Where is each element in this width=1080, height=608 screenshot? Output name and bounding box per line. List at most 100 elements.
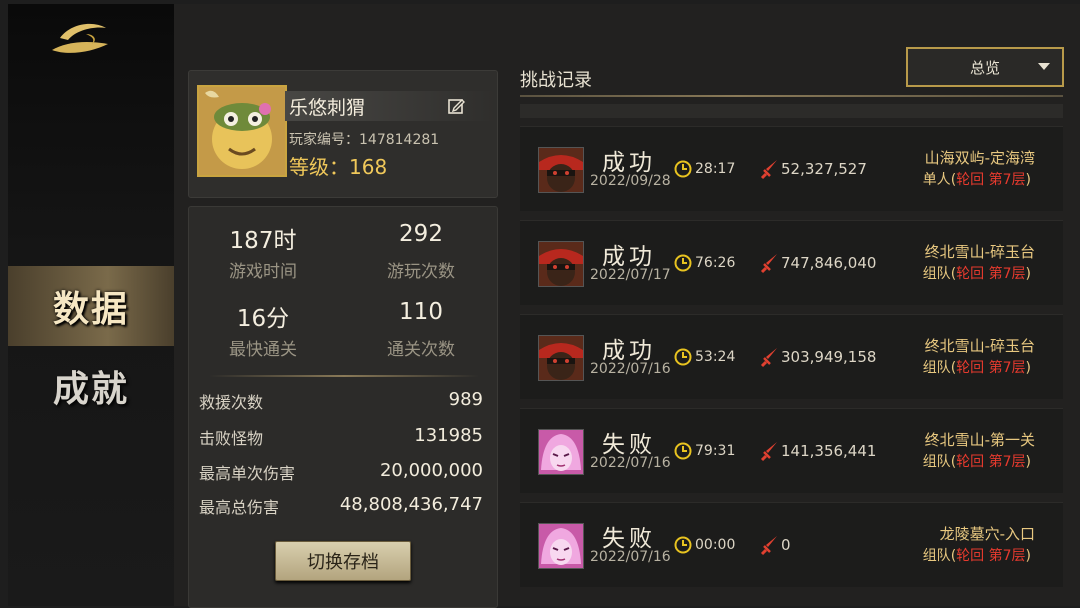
stat-fastest-clear-value: 16分: [236, 306, 290, 332]
stat-row-rescue-value: 989: [448, 389, 483, 410]
clock-icon: [674, 160, 692, 178]
stat-row-max-total-value: 48,808,436,747: [339, 494, 483, 515]
player-name: 乐悠刺猬: [289, 97, 366, 119]
sidebar-item-achievements[interactable]: 成就: [8, 346, 174, 426]
record-row[interactable]: 成功 2022/07/17 76:26 747,846,040 终北雪山-碎玉台…: [520, 220, 1063, 305]
record-location: 终北雪山-第一关: [924, 431, 1035, 449]
record-mode-type: 单人: [922, 172, 951, 188]
record-paren-close: ): [1025, 548, 1031, 564]
record-round: 轮回: [956, 548, 985, 564]
edit-icon[interactable]: [447, 97, 465, 115]
record-date: 2022/07/16: [590, 455, 671, 471]
player-level-label: 等级：: [289, 155, 349, 179]
record-date: 2022/07/17: [590, 267, 671, 283]
sword-icon: [760, 254, 777, 274]
stat-play-count-value: 292: [399, 221, 443, 247]
record-paren-close: ): [1025, 266, 1031, 282]
stat-row-max-hit-label: 最高单次伤害: [199, 464, 296, 483]
player-id: 玩家编号：147814281: [289, 129, 439, 149]
pink-avatar-art: [539, 524, 583, 568]
record-location: 终北雪山-碎玉台: [924, 243, 1035, 261]
record-time: 53:24: [695, 349, 736, 365]
record-date: 2022/07/16: [590, 549, 671, 565]
record-paren-close: ): [1025, 172, 1031, 188]
records-filter-value: 总览: [969, 58, 1000, 77]
stat-play-time-value: 187时: [229, 228, 297, 254]
record-avatar: [538, 335, 584, 381]
record-date: 2022/07/16: [590, 361, 671, 377]
player-avatar[interactable]: [197, 85, 287, 177]
player-level-value: 168: [349, 155, 388, 179]
record-avatar: [538, 429, 584, 475]
record-location: 龙陵墓穴-入口: [939, 525, 1035, 543]
clock-icon: [674, 536, 692, 554]
logo-icon: [52, 23, 108, 53]
record-result: 失败: [602, 526, 656, 552]
record-mode: 组队(轮回 第7层): [923, 545, 1031, 565]
record-row[interactable]: 成功 2022/07/16 53:24 303,949,158 终北雪山-碎玉台…: [520, 314, 1063, 399]
sword-icon: [760, 160, 777, 180]
record-date: 2022/09/28: [590, 173, 671, 189]
record-avatar: [538, 241, 584, 287]
record-paren-close: ): [1025, 360, 1031, 376]
record-paren-close: ): [1025, 454, 1031, 470]
pink-avatar-art: [539, 430, 583, 474]
stat-row-max-hit-value: 20,000,000: [379, 460, 483, 481]
record-mode-type: 组队: [922, 548, 951, 564]
record-floor: 第7层: [988, 454, 1026, 470]
record-mode: 单人(轮回 第7层): [923, 169, 1031, 189]
record-round: 轮回: [956, 454, 985, 470]
stat-row-rescue-label: 救援次数: [199, 393, 264, 412]
warrior-avatar-art: [539, 242, 583, 286]
avatar-art: [199, 87, 285, 175]
records-title: 挑战记录: [520, 70, 592, 91]
sidebar-item-data[interactable]: 数据: [8, 266, 174, 346]
record-mode-type: 组队: [922, 360, 951, 376]
record-result: 成功: [602, 338, 656, 364]
warrior-avatar-art: [539, 148, 583, 192]
record-row[interactable]: 成功 2022/09/28 28:17 52,327,527 山海双屿-定海湾 …: [520, 126, 1063, 211]
stat-row-kills-value: 131985: [414, 425, 483, 446]
record-mode: 组队(轮回 第7层): [923, 263, 1031, 283]
records-filter-dropdown[interactable]: 总览: [906, 47, 1064, 87]
record-round: 轮回: [956, 172, 985, 188]
record-floor: 第7层: [988, 360, 1026, 376]
record-result: 失败: [602, 432, 656, 458]
record-floor: 第7层: [988, 548, 1026, 564]
records-title-underline: [520, 95, 1063, 97]
record-time: 76:26: [695, 255, 736, 271]
stat-play-count-label: 游玩次数: [387, 262, 455, 282]
record-row[interactable]: 失败 2022/07/16 00:00 0 龙陵墓穴-入口 组队(轮回 第7层): [520, 502, 1063, 587]
record-round: 轮回: [956, 266, 985, 282]
record-floor: 第7层: [988, 266, 1026, 282]
record-damage: 303,949,158: [781, 348, 877, 366]
record-row[interactable]: 失败 2022/07/16 79:31 141,356,441 终北雪山-第一关…: [520, 408, 1063, 493]
record-time: 79:31: [695, 443, 736, 459]
record-damage: 52,327,527: [781, 160, 867, 178]
record-floor: 第7层: [988, 172, 1026, 188]
record-damage: 141,356,441: [781, 442, 877, 460]
record-location: 山海双屿-定海湾: [924, 149, 1035, 167]
records-top-strip: [520, 104, 1063, 118]
sword-icon: [760, 348, 777, 368]
stat-row-max-total-label: 最高总伤害: [199, 498, 280, 517]
stat-clear-count-value: 110: [399, 299, 443, 325]
record-time: 00:00: [695, 537, 736, 553]
record-mode-type: 组队: [922, 454, 951, 470]
switch-save-button[interactable]: 切换存档: [275, 541, 411, 581]
sword-icon: [760, 442, 777, 462]
profile-card: 乐悠刺猬 玩家编号：147814281 等级：168: [188, 70, 498, 198]
record-time: 28:17: [695, 161, 736, 177]
player-id-label: 玩家编号：: [289, 132, 359, 148]
record-damage: 747,846,040: [781, 254, 877, 272]
warrior-avatar-art: [539, 336, 583, 380]
record-damage: 0: [781, 536, 791, 554]
player-level: 等级：168: [289, 151, 387, 180]
sword-icon: [760, 536, 777, 556]
record-mode: 组队(轮回 第7层): [923, 357, 1031, 377]
clock-icon: [674, 254, 692, 272]
record-result: 成功: [602, 244, 656, 270]
stats-divider: [209, 375, 479, 377]
clock-icon: [674, 442, 692, 460]
stat-clear-count-label: 通关次数: [387, 340, 455, 360]
